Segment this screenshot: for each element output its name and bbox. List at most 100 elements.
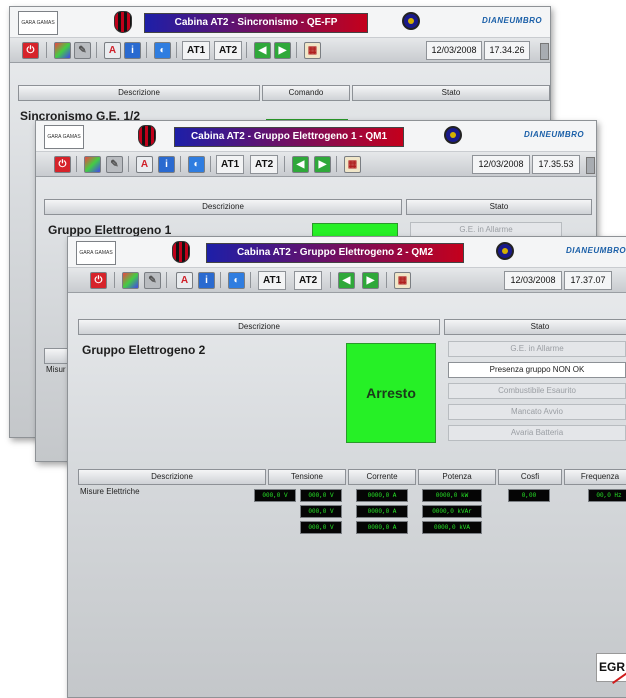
title-bar: GARA GAMAS Cabina AT2 - Gruppo Elettroge… [36,121,596,152]
club-emblem-icon [496,242,514,260]
at2-button[interactable]: AT2 [214,41,243,60]
window-gruppo-elettrogeno-2: GARA GAMAS Cabina AT2 - Gruppo Elettroge… [67,236,626,698]
column-header-descrizione: Descrizione [18,85,260,101]
status-item-mancato-avvio: Mancato Avvio [448,404,626,420]
meter-tensione-1: 000,0 V [254,489,296,502]
meter-potenza-2: 0000,0 kVAr [422,505,482,518]
tools-icon[interactable]: ✎ [106,156,123,173]
date-display: 12/03/2008 [504,271,562,290]
time-display: 17.34.26 [484,41,530,60]
date-display: 12/03/2008 [426,41,482,60]
stop-icon[interactable]: ⏻ [90,272,107,289]
alarm-icon[interactable]: A [136,156,153,173]
measure-header-potenza: Potenza [418,469,496,485]
status-item-avaria-batteria: Avaria Batteria [448,425,626,441]
at1-button[interactable]: AT1 [258,271,287,290]
column-header-stato: Stato [406,199,592,215]
tools-icon[interactable]: ✎ [74,42,91,59]
measure-header-cosfi: Cosfi [498,469,562,485]
section-title: Gruppo Elettrogeno 1 [48,223,172,237]
users-icon[interactable] [84,156,101,173]
calendar-icon[interactable]: ▦ [344,156,361,173]
separator [180,156,181,172]
separator [76,156,77,172]
status-item-presenza: Presenza gruppo NON OK [448,362,626,378]
logo: GARA GAMAS [18,11,58,35]
meter-cosfi: 0,00 [508,489,550,502]
logo: GARA GAMAS [76,241,116,265]
corner-logo: EGR [596,653,626,682]
separator [246,42,247,58]
column-header-descrizione: Descrizione [78,319,440,335]
separator [220,272,221,288]
measures-label-partial: Misur [46,365,66,374]
separator [386,272,387,288]
meter-potenza-1: 0000,0 kW [422,489,482,502]
globe-icon[interactable]: ◐ [154,42,171,59]
forward-icon[interactable]: ▶ [274,42,291,59]
at1-button[interactable]: AT1 [216,155,245,174]
globe-icon[interactable]: ◐ [228,272,245,289]
measure-header-corrente: Corrente [348,469,416,485]
back-icon[interactable]: ◀ [292,156,309,173]
command-label: Arresto [366,385,416,401]
separator [46,42,47,58]
meter-tensione-3: 000,0 V [300,505,342,518]
column-header-comando: Comando [262,85,350,101]
window-title: Cabina AT2 - Sincronismo - QE-FP [144,13,368,33]
club-crest-icon [114,11,132,33]
brand-logo: DIANEUMBRO [566,246,626,255]
forward-icon[interactable]: ▶ [362,272,379,289]
calendar-icon[interactable]: ▦ [304,42,321,59]
users-icon[interactable] [122,272,139,289]
section-title: Gruppo Elettrogeno 2 [82,343,206,357]
info-icon[interactable]: i [124,42,141,59]
separator [284,156,285,172]
back-icon[interactable]: ◀ [338,272,355,289]
meter-potenza-3: 0000,0 kVA [422,521,482,534]
brand-logo: DIANEUMBRO [524,130,585,139]
alarm-icon[interactable]: A [176,272,193,289]
meter-tensione-2: 000,0 V [300,489,342,502]
meter-corrente-3: 0000,0 A [356,521,408,534]
toolbar: ⏻ ✎ A i ◐ AT1 AT2 ◀ ▶ ▦ 12/03/2008 17.34… [10,38,550,63]
separator [176,42,177,58]
stop-icon[interactable]: ⏻ [54,156,71,173]
globe-icon[interactable]: ◐ [188,156,205,173]
separator [336,156,337,172]
back-icon[interactable]: ◀ [254,42,271,59]
time-display: 17.35.53 [532,155,580,174]
at2-button[interactable]: AT2 [294,271,323,290]
separator [146,42,147,58]
measure-header-frequenza: Frequenza [564,469,626,485]
stop-icon[interactable]: ⏻ [22,42,39,59]
info-icon[interactable]: i [158,156,175,173]
logo: GARA GAMAS [44,125,84,149]
title-bar: GARA GAMAS Cabina AT2 - Sincronismo - QE… [10,7,550,38]
separator [210,156,211,172]
info-icon[interactable]: i [198,272,215,289]
measures-row-label: Misure Elettriche [80,487,140,496]
scrollbar[interactable] [586,157,595,174]
command-button[interactable]: Arresto [346,343,436,443]
status-item-allarme: G.E. in Allarme [448,341,626,357]
tools-icon[interactable]: ✎ [144,272,161,289]
at2-button[interactable]: AT2 [250,155,279,174]
title-bar: GARA GAMAS Cabina AT2 - Gruppo Elettroge… [68,237,626,268]
alarm-icon[interactable]: A [104,42,121,59]
forward-icon[interactable]: ▶ [314,156,331,173]
toolbar: ⏻ ✎ A i ◐ AT1 AT2 ◀ ▶ ▦ 12/03/2008 17.35… [36,152,596,177]
meter-corrente-2: 0000,0 A [356,505,408,518]
at1-button[interactable]: AT1 [182,41,211,60]
separator [114,272,115,288]
column-header-descrizione: Descrizione [44,199,402,215]
separator [296,42,297,58]
meter-frequenza: 00,0 Hz [588,489,626,502]
users-icon[interactable] [54,42,71,59]
club-emblem-icon [402,12,420,30]
calendar-icon[interactable]: ▦ [394,272,411,289]
scrollbar[interactable] [540,43,549,60]
status-item-combustibile: Combustibile Esaurito [448,383,626,399]
club-emblem-icon [444,126,462,144]
separator [330,272,331,288]
